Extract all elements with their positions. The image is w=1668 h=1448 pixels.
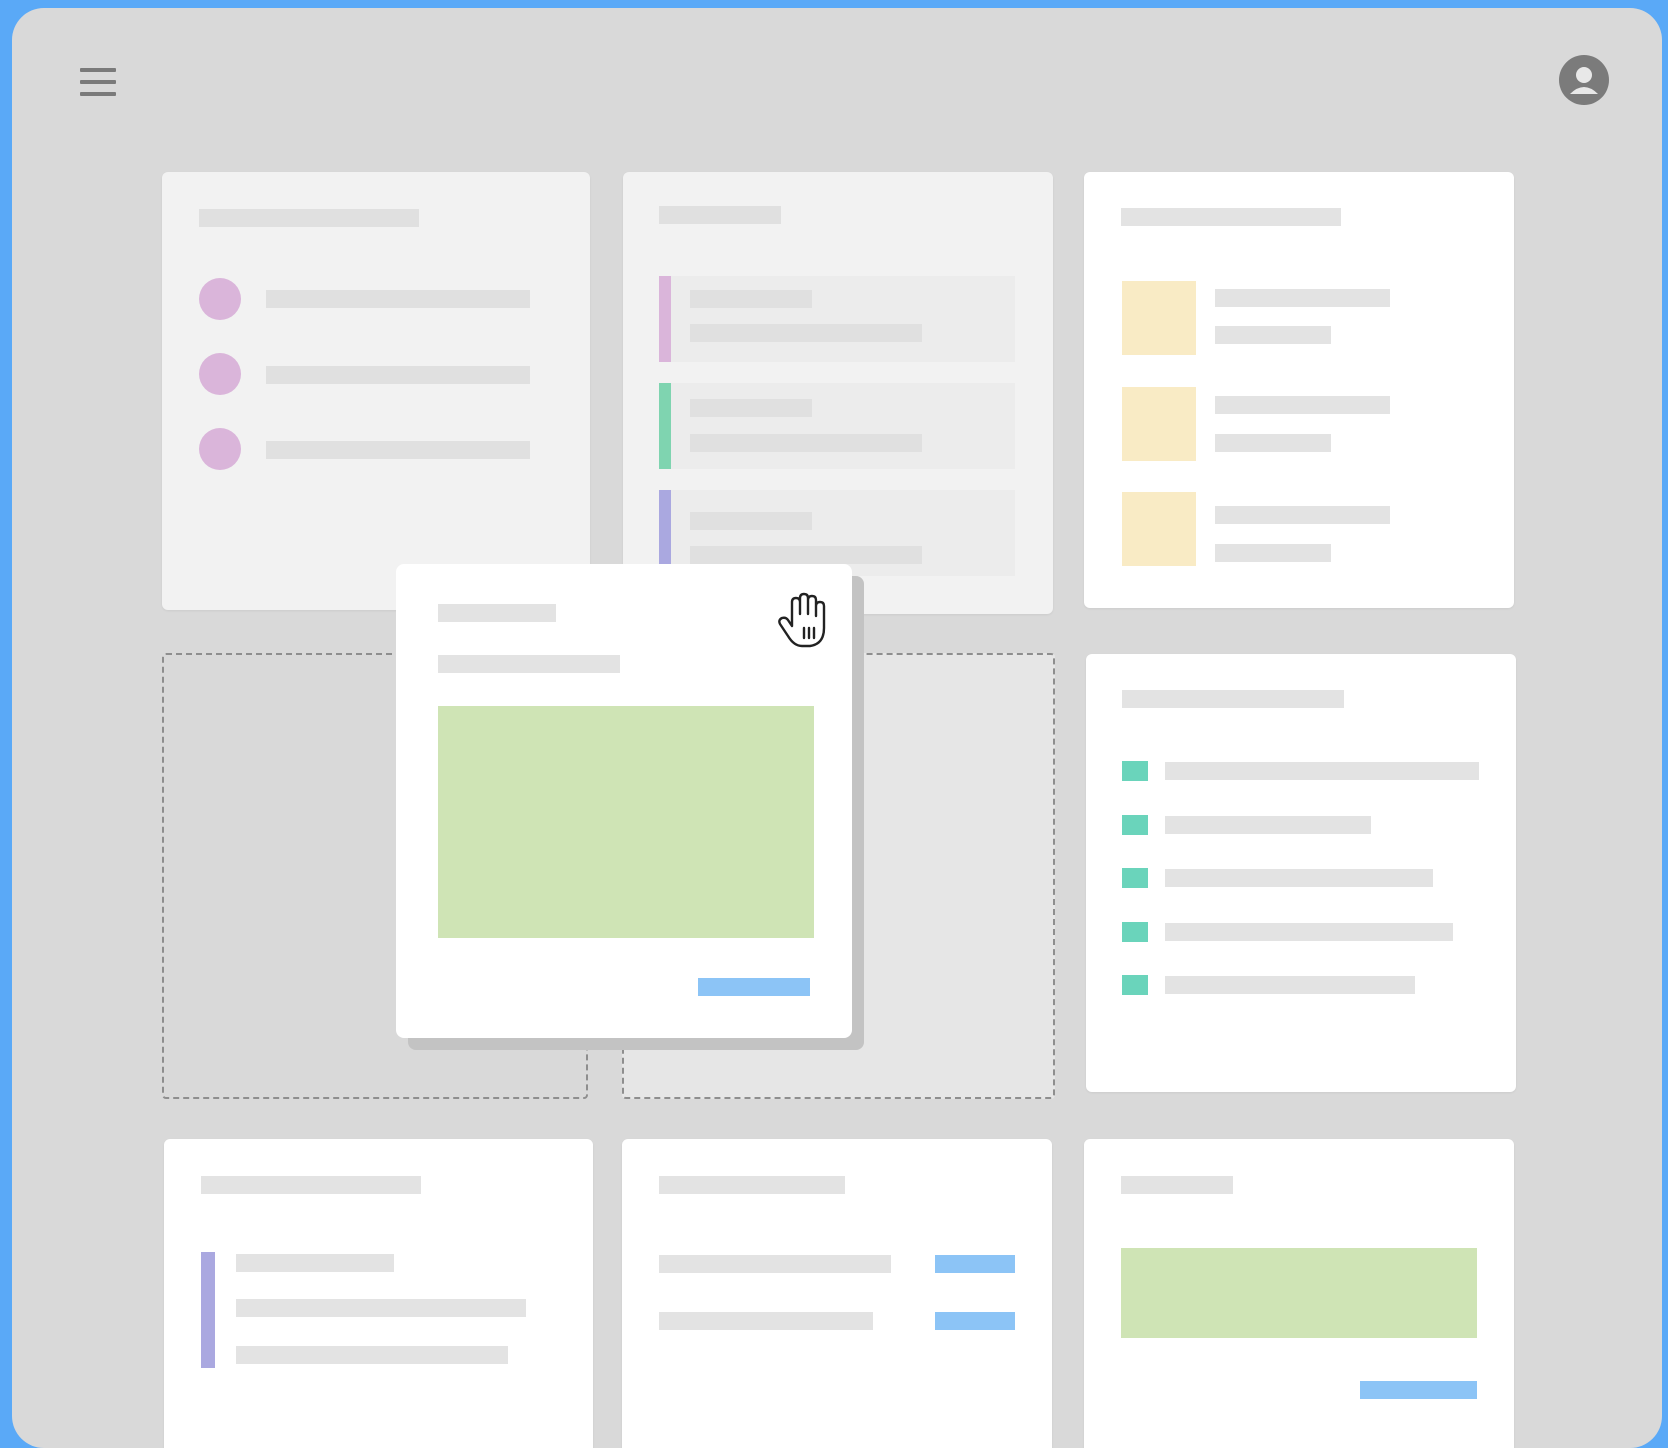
card-title-placeholder (438, 604, 556, 622)
list-item-text-placeholder (690, 434, 922, 452)
thumbnail-image (1122, 387, 1196, 461)
list-item-text-placeholder (266, 366, 530, 384)
row-value-link[interactable] (935, 1255, 1015, 1273)
list-item-text-placeholder (266, 290, 530, 308)
image-placeholder (438, 706, 814, 938)
avatar-dot (199, 278, 241, 320)
image-placeholder (1121, 1248, 1477, 1338)
card-title-placeholder (199, 209, 419, 227)
checklist-card[interactable] (1086, 654, 1516, 1092)
checklist-item-placeholder (1165, 923, 1453, 941)
card-title-placeholder (1122, 690, 1344, 708)
text-line-placeholder (236, 1346, 508, 1364)
row-value-link[interactable] (935, 1312, 1015, 1330)
text-line-placeholder (236, 1254, 394, 1272)
card-title-placeholder (659, 206, 781, 224)
avatar-list-card[interactable] (162, 172, 590, 610)
list-item-text-placeholder (1215, 544, 1331, 562)
values-card[interactable] (622, 1139, 1052, 1448)
checklist-item-placeholder (1165, 816, 1371, 834)
list-item-title-placeholder (1215, 396, 1390, 414)
avatar-dot (199, 353, 241, 395)
grab-hand-cursor-icon (778, 592, 826, 648)
list-item-title-placeholder (1215, 289, 1390, 307)
quote-card[interactable] (164, 1139, 593, 1448)
image-action-card[interactable] (1084, 1139, 1514, 1448)
row-label-placeholder (659, 1312, 873, 1330)
list-item-text-placeholder (690, 324, 922, 342)
check-marker (1122, 975, 1148, 995)
pink-accent-bar (659, 276, 671, 362)
check-marker (1122, 761, 1148, 781)
list-item (659, 276, 1015, 362)
row-label-placeholder (659, 1255, 891, 1273)
person-icon (1570, 67, 1598, 94)
list-item-text-placeholder (266, 441, 530, 459)
action-button[interactable] (1360, 1381, 1477, 1399)
checklist-item-placeholder (1165, 976, 1415, 994)
card-title-placeholder (659, 1176, 845, 1194)
thumbnail-image (1122, 281, 1196, 355)
list-item-title-placeholder (690, 290, 812, 308)
green-accent-bar (659, 383, 671, 469)
check-marker (1122, 922, 1148, 942)
list-item-text-placeholder (1215, 434, 1331, 452)
app-screen (12, 8, 1662, 1448)
checklist-item-placeholder (1165, 762, 1479, 780)
hamburger-menu-icon[interactable] (68, 58, 116, 106)
list-item-title-placeholder (690, 512, 812, 530)
list-item-title-placeholder (1215, 506, 1390, 524)
user-avatar-icon[interactable] (1559, 55, 1609, 105)
text-line-placeholder (236, 1299, 526, 1317)
accent-list-card[interactable] (623, 172, 1053, 614)
purple-accent-bar (201, 1252, 215, 1368)
card-subtitle-placeholder (438, 655, 620, 673)
thumbnail-image (1122, 492, 1196, 566)
list-item-text-placeholder (1215, 326, 1331, 344)
list-item (659, 383, 1015, 469)
list-item-text-placeholder (690, 546, 922, 564)
action-button[interactable] (698, 978, 810, 996)
check-marker (1122, 815, 1148, 835)
card-title-placeholder (201, 1176, 421, 1194)
checklist-item-placeholder (1165, 869, 1433, 887)
check-marker (1122, 868, 1148, 888)
card-title-placeholder (1121, 1176, 1233, 1194)
avatar-dot (199, 428, 241, 470)
thumbnail-list-card[interactable] (1084, 172, 1514, 608)
list-item-title-placeholder (690, 399, 812, 417)
card-title-placeholder (1121, 208, 1341, 226)
